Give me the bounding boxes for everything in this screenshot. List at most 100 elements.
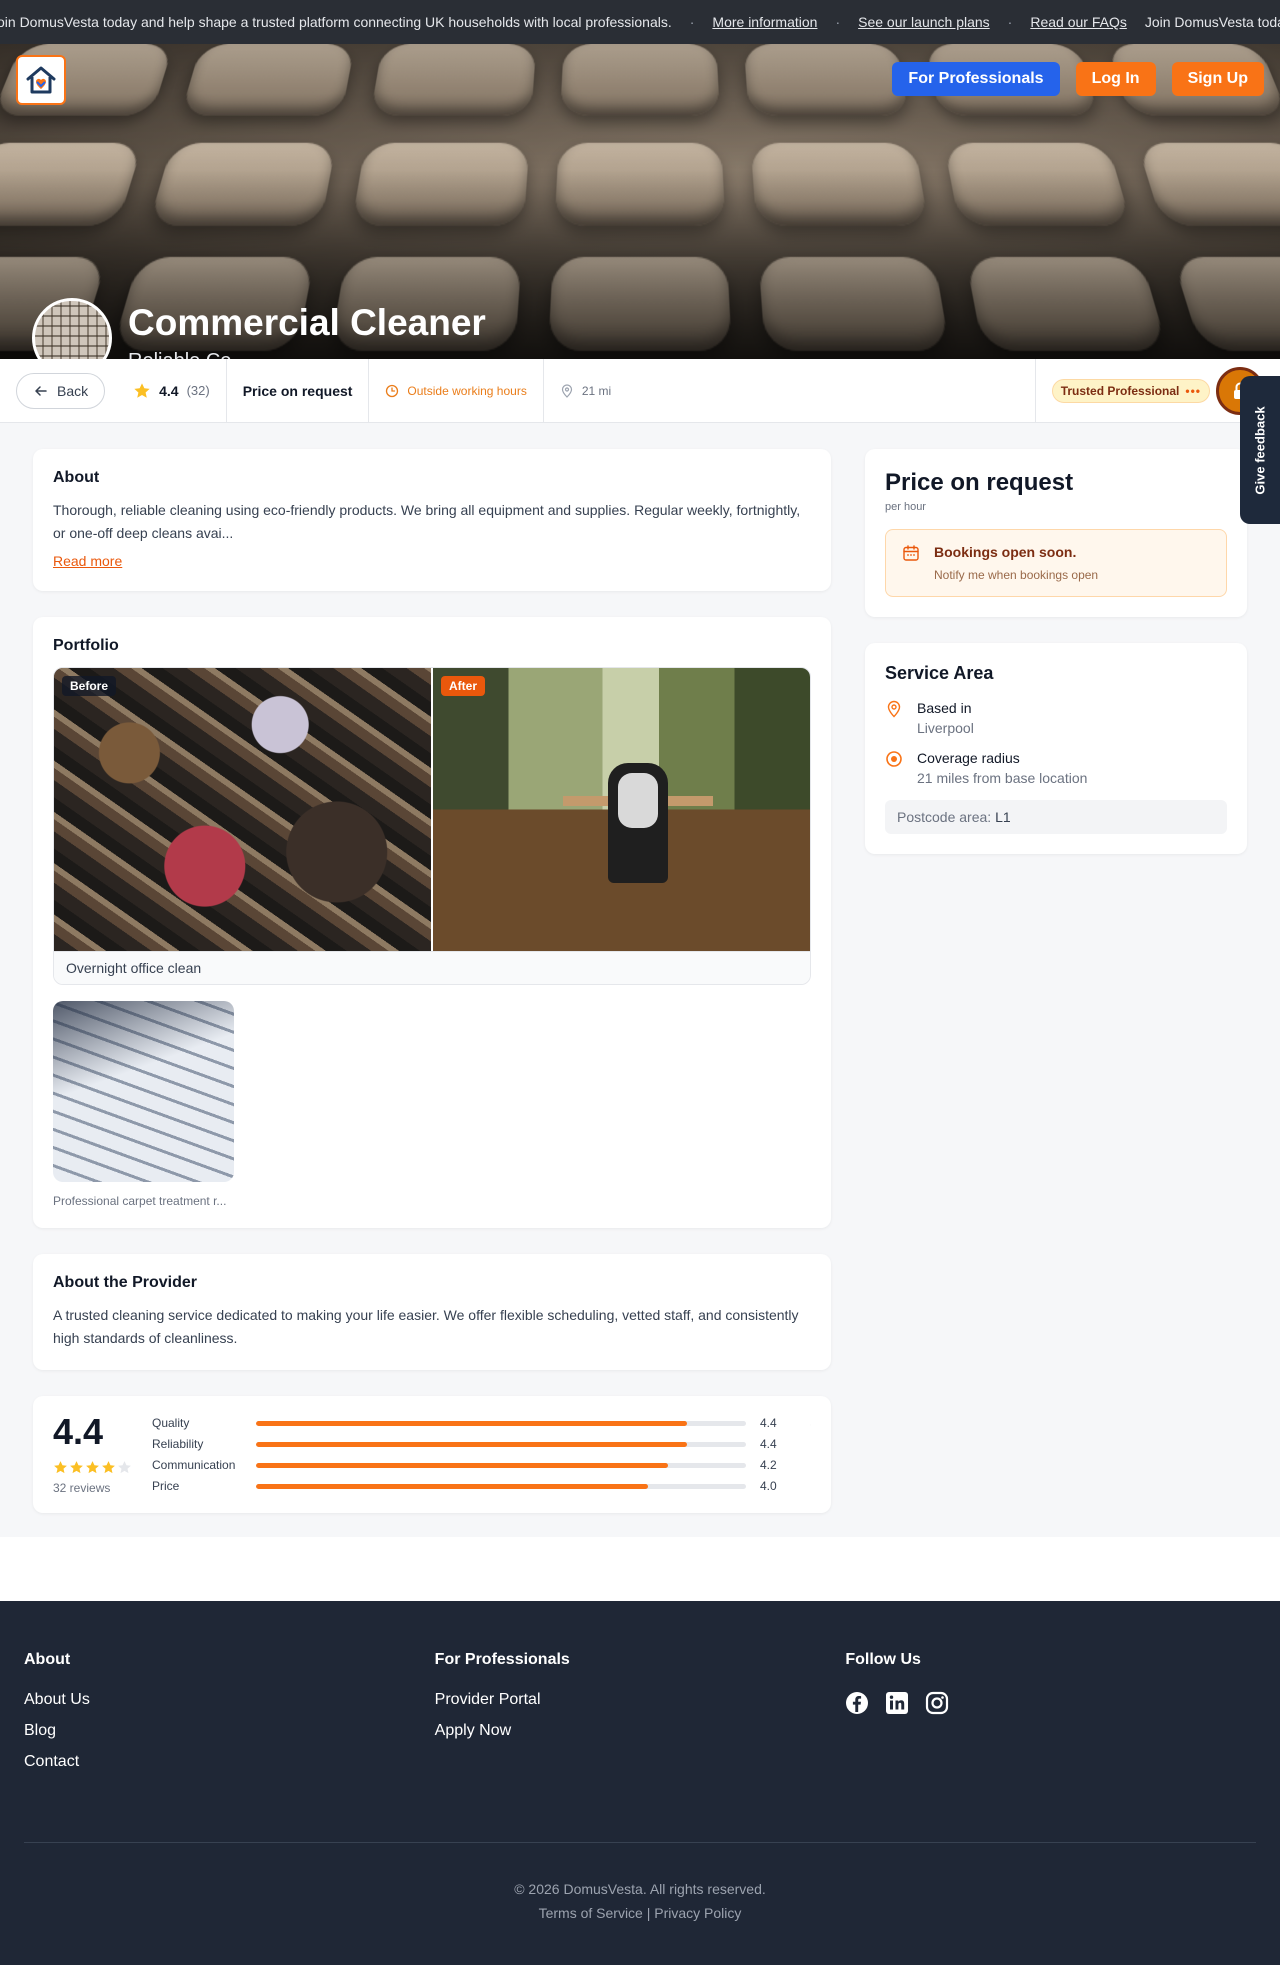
distance-summary: 21 mi xyxy=(544,359,627,423)
reviews-summary-card: 4.4 32 reviews Quality 4.4 Reliability 4.4 C… xyxy=(33,1396,831,1513)
back-button[interactable]: Back xyxy=(16,373,105,409)
star-filled-icon xyxy=(85,1460,100,1475)
loading-dots-icon: ••• xyxy=(1185,384,1201,398)
price-card: Price on request per hour Bookings open … xyxy=(865,449,1247,617)
service-area-heading: Service Area xyxy=(885,663,1227,684)
availability-summary: Outside working hours xyxy=(369,359,543,423)
portfolio-caption: Overnight office clean xyxy=(54,951,810,984)
review-stars xyxy=(53,1460,132,1475)
keyboard-thumbnail-image[interactable] xyxy=(53,1001,234,1182)
rating-bar-fill xyxy=(256,1421,687,1426)
chevron-down-icon[interactable] xyxy=(810,1416,811,1434)
postcode-value: L1 xyxy=(995,809,1011,825)
about-provider-text: A trusted cleaning service dedicated to … xyxy=(53,1304,811,1350)
star-filled-icon xyxy=(53,1460,68,1475)
site-footer: About About Us Blog Contact For Professi… xyxy=(0,1601,1280,1965)
hero-banner: For Professionals Log In Sign Up Commerc… xyxy=(0,44,1280,359)
star-icon xyxy=(133,382,151,400)
rating-bar-track xyxy=(256,1463,746,1468)
clock-icon xyxy=(385,384,399,398)
bookings-notice[interactable]: Bookings open soon. Notify me when booki… xyxy=(885,529,1227,597)
rating-value: 4.4 xyxy=(159,383,178,399)
trusted-professional-badge: Trusted Professional ••• xyxy=(1052,379,1210,403)
house-logo-icon xyxy=(24,63,58,97)
rating-bar-track xyxy=(256,1484,746,1489)
announcement-text-repeat: Join DomusVesta today and help sh xyxy=(1145,14,1280,30)
portfolio-heading: Portfolio xyxy=(53,637,811,655)
provider-avatar xyxy=(32,298,112,359)
price-summary: Price on request xyxy=(227,359,370,423)
announcement-bar: Join DomusVesta today and help shape a t… xyxy=(0,0,1280,44)
target-icon xyxy=(885,750,903,768)
based-in-value: Liverpool xyxy=(917,720,974,736)
arrow-left-icon xyxy=(33,383,49,399)
rating-bar-label: Communication xyxy=(152,1458,256,1472)
review-score: 4.4 xyxy=(53,1414,132,1450)
rating-bar-value: 4.0 xyxy=(760,1479,790,1493)
about-card: About Thorough, reliable cleaning using … xyxy=(33,449,831,591)
footer-professionals-heading: For Professionals xyxy=(435,1651,846,1669)
for-professionals-button[interactable]: For Professionals xyxy=(892,62,1059,96)
before-tag: Before xyxy=(62,676,116,696)
rating-bar-value: 4.2 xyxy=(760,1458,790,1472)
about-heading: About xyxy=(53,469,811,487)
log-in-button[interactable]: Log In xyxy=(1076,62,1156,96)
instagram-icon[interactable] xyxy=(925,1691,949,1720)
footer-link-about-us[interactable]: About Us xyxy=(24,1691,435,1709)
coverage-radius-label: Coverage radius xyxy=(917,750,1087,766)
about-provider-card: About the Provider A trusted cleaning se… xyxy=(33,1254,831,1370)
footer-link-contact[interactable]: Contact xyxy=(24,1753,435,1771)
facebook-icon[interactable] xyxy=(845,1691,869,1720)
about-text: Thorough, reliable cleaning using eco-fr… xyxy=(53,499,811,545)
rating-breakdown: Quality 4.4 Reliability 4.4 Communication 4.2… xyxy=(152,1414,790,1493)
portfolio-card: Portfolio Before After Overnight office … xyxy=(33,617,831,1228)
footer-link-apply-now[interactable]: Apply Now xyxy=(435,1722,846,1740)
after-image[interactable]: After xyxy=(431,668,810,951)
map-pin-icon xyxy=(560,384,574,398)
coverage-radius-value: 21 miles from base location xyxy=(917,770,1087,786)
back-label: Back xyxy=(57,383,88,399)
read-more-link[interactable]: Read more xyxy=(53,553,122,569)
notify-me-link[interactable]: Notify me when bookings open xyxy=(934,568,1098,582)
give-feedback-tab[interactable]: Give feedback xyxy=(1240,376,1280,524)
service-area-card: Service Area Based in Liverpool Coverage… xyxy=(865,643,1247,854)
footer-follow-heading: Follow Us xyxy=(845,1651,1256,1669)
portfolio-thumbnail[interactable]: Professional carpet treatment r... xyxy=(53,1001,234,1208)
working-hours-status: Outside working hours xyxy=(407,384,526,398)
thumbnail-caption: Professional carpet treatment r... xyxy=(53,1194,234,1208)
linkedin-icon[interactable] xyxy=(885,1691,909,1720)
coverage-radius-item: Coverage radius 21 miles from base locat… xyxy=(885,750,1227,786)
give-feedback-label: Give feedback xyxy=(1253,406,1268,494)
rating-bar-label: Quality xyxy=(152,1416,256,1430)
footer-link-provider-portal[interactable]: Provider Portal xyxy=(435,1691,846,1709)
rating-bar-label: Reliability xyxy=(152,1437,256,1451)
faqs-link[interactable]: Read our FAQs xyxy=(1030,14,1127,30)
postcode-area: Postcode area: L1 xyxy=(885,800,1227,834)
page-title: Commercial Cleaner xyxy=(128,303,486,344)
sign-up-button[interactable]: Sign Up xyxy=(1172,62,1264,96)
bookings-notice-title: Bookings open soon. xyxy=(934,544,1098,560)
rating-count: (32) xyxy=(187,383,210,398)
rating-bar-value: 4.4 xyxy=(760,1437,790,1451)
terms-of-service-link[interactable]: Terms of Service xyxy=(539,1905,643,1921)
based-in-label: Based in xyxy=(917,700,974,716)
info-bar: Back 4.4 (32) Price on request Outside w… xyxy=(0,359,1280,423)
calendar-icon xyxy=(902,544,920,562)
before-image[interactable]: Before xyxy=(54,668,431,951)
more-information-link[interactable]: More information xyxy=(712,14,817,30)
footer-link-blog[interactable]: Blog xyxy=(24,1722,435,1740)
review-count: 32 reviews xyxy=(53,1481,132,1495)
based-in-item: Based in Liverpool xyxy=(885,700,1227,736)
rating-bar-row: Reliability 4.4 xyxy=(152,1437,790,1451)
price-heading: Price on request xyxy=(885,469,1227,497)
rating-bar-row: Communication 4.2 xyxy=(152,1458,790,1472)
after-tag: After xyxy=(441,676,485,696)
domusvesta-logo[interactable] xyxy=(16,55,66,105)
distance-value: 21 mi xyxy=(582,384,611,398)
before-after-item[interactable]: Before After Overnight office clean xyxy=(53,667,811,985)
privacy-policy-link[interactable]: Privacy Policy xyxy=(654,1905,741,1921)
about-provider-heading: About the Provider xyxy=(53,1274,811,1292)
map-pin-icon xyxy=(885,700,903,718)
star-filled-icon xyxy=(69,1460,84,1475)
launch-plans-link[interactable]: See our launch plans xyxy=(858,14,990,30)
